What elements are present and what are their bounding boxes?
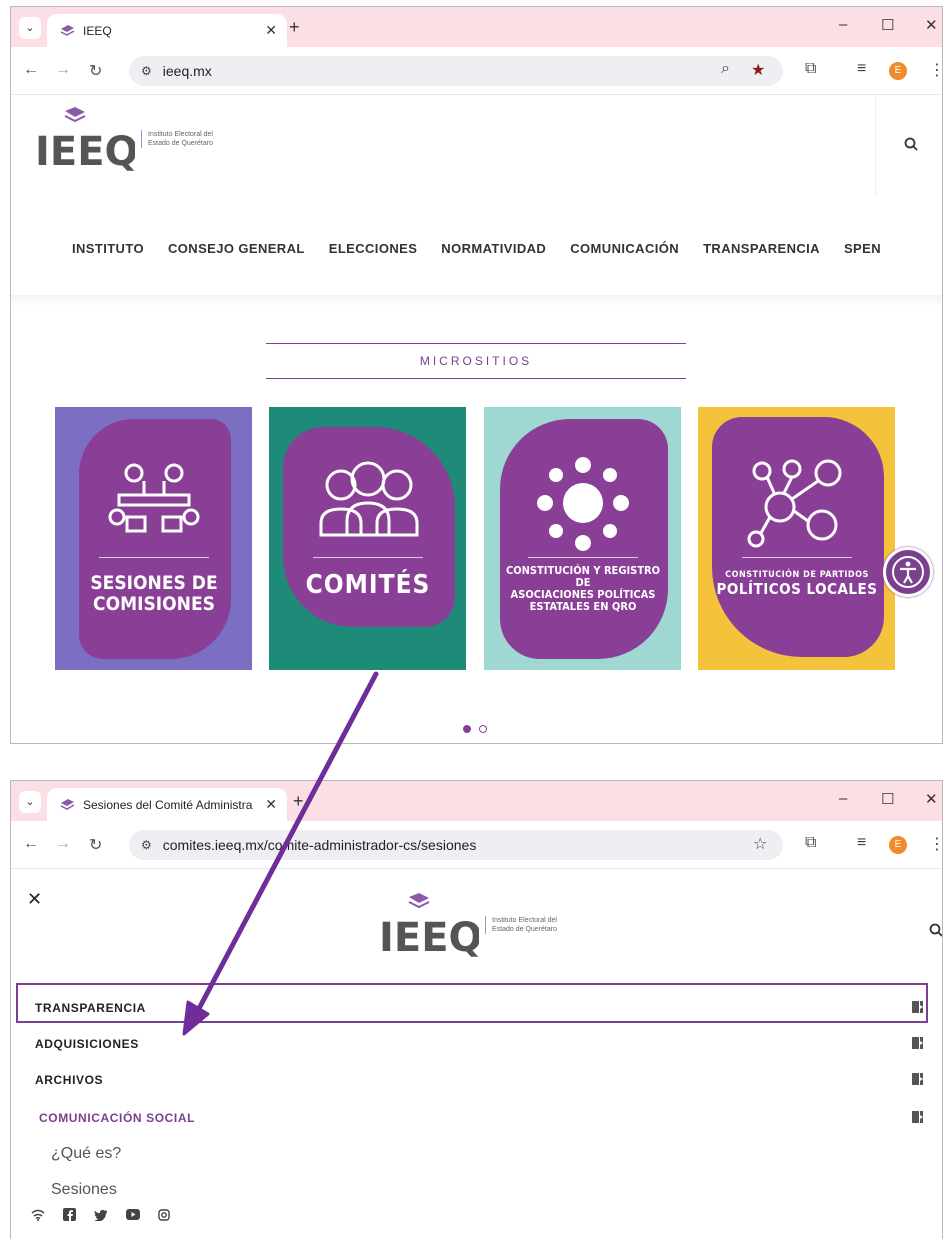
annotation-arrow-icon [182, 671, 379, 1036]
